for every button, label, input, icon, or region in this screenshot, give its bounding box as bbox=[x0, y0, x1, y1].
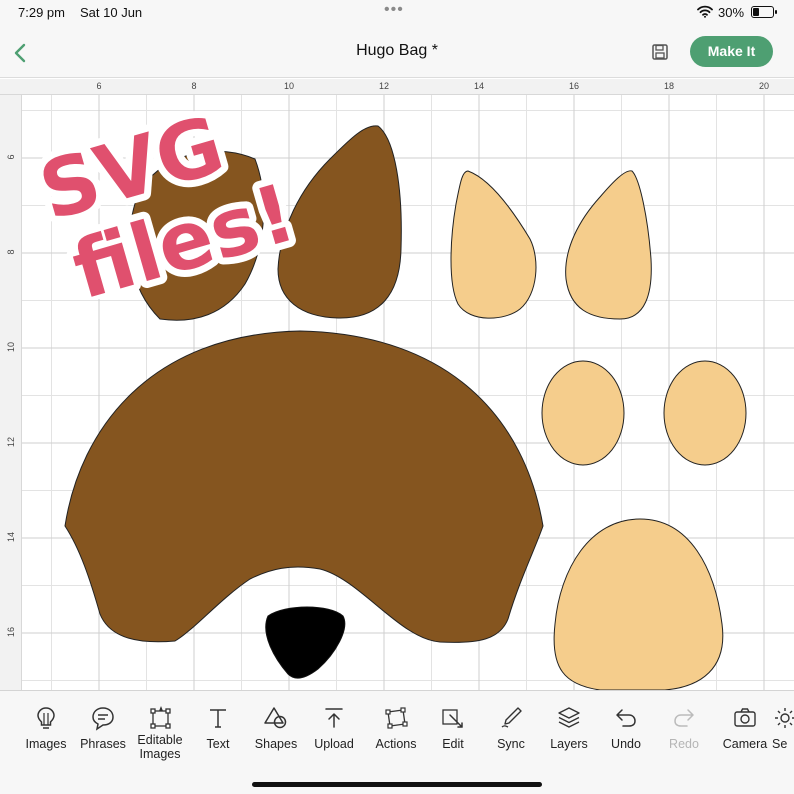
edit-icon bbox=[442, 709, 463, 728]
tan-muzzle[interactable] bbox=[553, 518, 724, 690]
tool-label: Editable Images bbox=[137, 733, 183, 761]
shapes-icon bbox=[264, 707, 287, 729]
tool-label: Text bbox=[206, 737, 230, 751]
bottom-toolbar: Images Phrases Editable Images Text Shap… bbox=[0, 690, 794, 794]
text-icon bbox=[210, 709, 226, 728]
tool-label: Shapes bbox=[254, 737, 298, 751]
tool-actions[interactable]: Actions bbox=[365, 705, 427, 765]
design-shapes bbox=[64, 125, 747, 690]
undo-icon bbox=[616, 709, 636, 727]
status-bar: 7:29 pm Sat 10 Jun ••• 30% bbox=[0, 0, 794, 26]
settings-icon bbox=[775, 708, 794, 728]
multitasking-dots-icon[interactable]: ••• bbox=[384, 1, 404, 19]
redo-icon bbox=[674, 709, 694, 727]
save-button[interactable] bbox=[650, 42, 672, 64]
wifi-icon bbox=[697, 5, 713, 21]
tool-undo[interactable]: Undo bbox=[595, 705, 657, 765]
brown-ear-right[interactable] bbox=[277, 125, 402, 319]
tool-label: Undo bbox=[611, 737, 641, 751]
lightbulb-icon bbox=[37, 707, 55, 729]
battery-icon bbox=[751, 6, 777, 18]
tool-text[interactable]: Text bbox=[187, 705, 249, 765]
make-it-button[interactable]: Make It bbox=[690, 36, 773, 67]
tan-ear-left[interactable] bbox=[450, 170, 537, 319]
home-indicator bbox=[252, 782, 542, 787]
tool-label: Phrases bbox=[80, 737, 126, 751]
tool-label: Layers bbox=[550, 737, 588, 751]
speech-bubble-icon bbox=[92, 707, 114, 731]
tool-label: Edit bbox=[442, 737, 464, 751]
actions-icon bbox=[385, 707, 408, 729]
tool-shapes[interactable]: Shapes bbox=[245, 705, 307, 765]
tool-sync[interactable]: Sync bbox=[480, 705, 542, 765]
tool-camera[interactable]: Camera bbox=[714, 705, 776, 765]
tan-oval-right[interactable] bbox=[663, 360, 747, 466]
tool-label: Actions bbox=[375, 737, 417, 751]
battery-percent: 30% bbox=[718, 5, 745, 20]
editable-images-icon bbox=[150, 706, 171, 729]
tool-label: Camera bbox=[722, 737, 768, 751]
project-title: Hugo Bag * bbox=[356, 42, 438, 59]
floppy-disk-icon bbox=[652, 44, 668, 60]
brown-ear-left[interactable] bbox=[129, 150, 265, 321]
upload-icon bbox=[325, 708, 343, 728]
status-time: 7:29 pm bbox=[18, 5, 65, 20]
design-canvas[interactable]: 6 8 10 12 14 16 18 20 6 8 10 12 14 16 SVG files! bbox=[0, 79, 794, 690]
tool-layers[interactable]: Layers bbox=[538, 705, 600, 765]
tool-label: Upload bbox=[314, 737, 354, 751]
tool-settings[interactable]: Se bbox=[772, 705, 794, 765]
tool-images[interactable]: Images bbox=[15, 705, 77, 765]
brown-head-mask[interactable] bbox=[64, 330, 544, 643]
battery-level bbox=[753, 8, 759, 16]
tool-label: Sync bbox=[497, 737, 525, 751]
tan-ear-right[interactable] bbox=[565, 170, 652, 320]
tool-redo[interactable]: Redo bbox=[653, 705, 715, 765]
design-space-app: 7:29 pm Sat 10 Jun ••• 30% Hugo Bag * Ma… bbox=[0, 0, 794, 794]
tool-label: Se bbox=[772, 737, 788, 751]
tool-label: Images bbox=[25, 737, 67, 751]
tool-upload[interactable]: Upload bbox=[303, 705, 365, 765]
status-date: Sat 10 Jun bbox=[80, 5, 143, 20]
tan-oval-left[interactable] bbox=[541, 360, 625, 466]
black-nose[interactable] bbox=[265, 606, 346, 679]
camera-icon bbox=[734, 708, 756, 727]
tool-editable-images[interactable]: Editable Images bbox=[129, 705, 191, 765]
sync-icon bbox=[501, 707, 522, 728]
tool-phrases[interactable]: Phrases bbox=[72, 705, 134, 765]
tool-edit[interactable]: Edit bbox=[422, 705, 484, 765]
tool-label: Redo bbox=[669, 737, 699, 751]
layers-icon bbox=[558, 707, 580, 728]
header-bar: Hugo Bag * Make It bbox=[0, 26, 794, 78]
